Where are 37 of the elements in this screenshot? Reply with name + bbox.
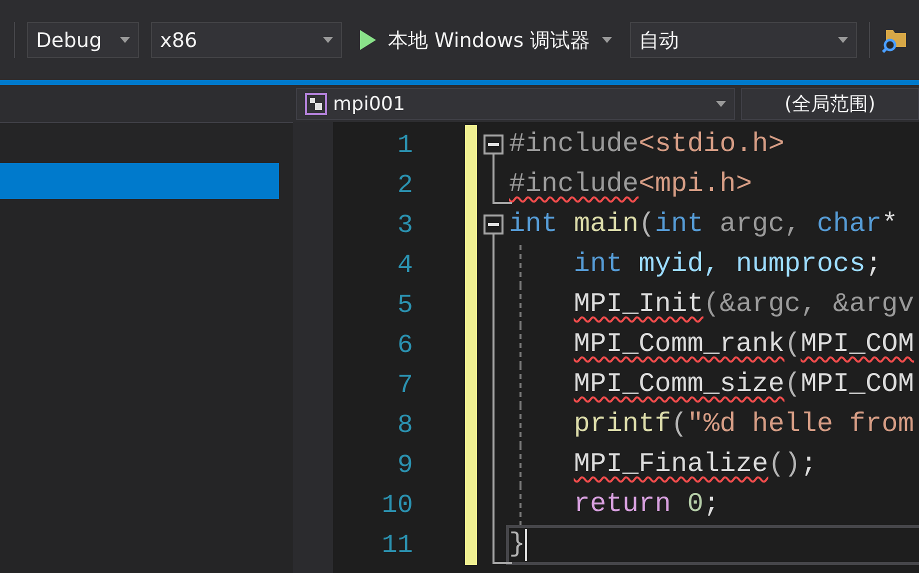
code-line: int myid, numprocs;	[572, 249, 883, 282]
code-line: MPI_Comm_rank(MPI_COM	[572, 329, 916, 362]
project-dropdown[interactable]: mpi001	[296, 88, 735, 120]
play-icon	[360, 30, 376, 50]
caret-icon	[120, 37, 130, 43]
configuration-dropdown[interactable]: Debug	[27, 22, 139, 58]
line-number: 1	[396, 129, 413, 162]
line-number: 10	[380, 489, 413, 522]
code-line: #include<mpi.h>	[508, 169, 754, 202]
project-icon	[305, 92, 327, 114]
code-line: MPI_Comm_size(MPI_COM	[572, 369, 916, 402]
code-line: }	[506, 525, 919, 565]
caret-icon	[323, 37, 333, 43]
caret-icon	[838, 37, 848, 43]
code-line: printf("%d helle from	[572, 409, 916, 442]
mode-dropdown[interactable]: 自动	[630, 22, 857, 58]
scope-dropdown[interactable]: (全局范围)	[740, 88, 919, 120]
line-number: 11	[380, 529, 413, 562]
text-cursor	[525, 529, 528, 561]
code-line: #include<stdio.h>	[508, 129, 786, 162]
line-number: 6	[396, 329, 413, 362]
code-line: MPI_Finalize();	[572, 449, 818, 482]
platform-dropdown[interactable]: x86	[151, 22, 342, 58]
line-number: 4	[396, 249, 413, 282]
fold-end-line	[492, 525, 512, 565]
caret-icon	[716, 100, 726, 106]
start-debugger-button[interactable]: 本地 Windows 调试器	[354, 22, 618, 58]
line-number: 9	[396, 449, 413, 482]
line-number: 3	[396, 209, 413, 242]
line-number: 8	[396, 409, 413, 442]
line-number: 5	[396, 289, 413, 322]
code-line: return 0;	[572, 489, 721, 522]
code-line: MPI_Init(&argc, &argv	[572, 289, 916, 322]
line-number: 2	[396, 169, 413, 202]
caret-icon	[602, 37, 612, 43]
code-line: int main(int argc, char*	[508, 209, 899, 242]
line-number: 7	[396, 369, 413, 402]
